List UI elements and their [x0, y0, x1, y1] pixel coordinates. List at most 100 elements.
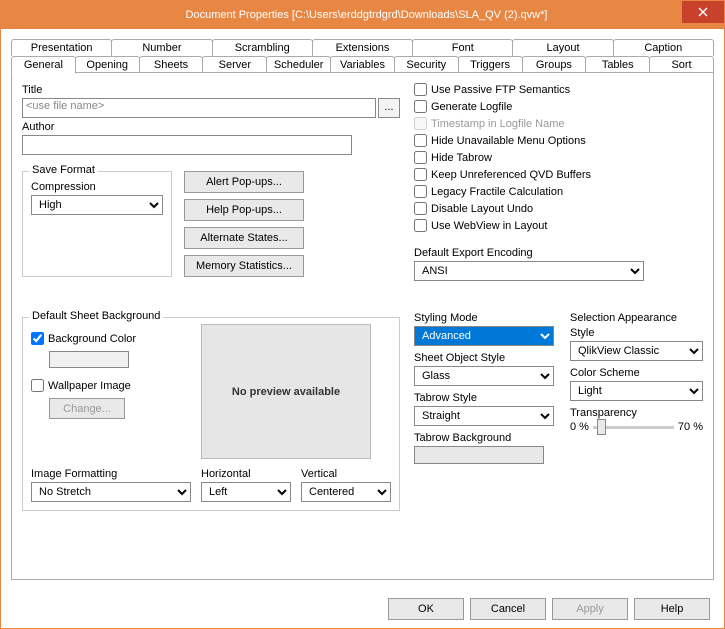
- transparency-slider[interactable]: 0 % 70 %: [570, 421, 703, 433]
- tab-server[interactable]: Server: [202, 56, 267, 73]
- sheet-object-style-select[interactable]: Glass: [414, 366, 554, 386]
- check-keep-qvd[interactable]: Keep Unreferenced QVD Buffers: [414, 166, 703, 183]
- tab-opening[interactable]: Opening: [75, 56, 140, 73]
- color-scheme-select[interactable]: Light: [570, 381, 703, 401]
- window-title: Document Properties [C:\Users\erddgtrdgr…: [9, 9, 724, 21]
- tab-scheduler[interactable]: Scheduler: [266, 56, 331, 73]
- image-formatting-label: Image Formatting: [31, 468, 191, 480]
- checkbox-gen-logfile[interactable]: [414, 100, 427, 113]
- tab-scrambling[interactable]: Scrambling: [212, 39, 313, 56]
- checkbox-disable-undo[interactable]: [414, 202, 427, 215]
- check-gen-logfile[interactable]: Generate Logfile: [414, 98, 703, 115]
- tab-triggers[interactable]: Triggers: [458, 56, 523, 73]
- check-disable-undo[interactable]: Disable Layout Undo: [414, 200, 703, 217]
- memory-statistics-button[interactable]: Memory Statistics...: [184, 255, 304, 277]
- tab-extensions[interactable]: Extensions: [312, 39, 413, 56]
- bgcolor-label: Background Color: [48, 333, 136, 345]
- checkbox-timestamp-logfile: [414, 117, 427, 130]
- tab-sort[interactable]: Sort: [649, 56, 714, 73]
- alternate-states-button[interactable]: Alternate States...: [184, 227, 304, 249]
- check-label-keep-qvd: Keep Unreferenced QVD Buffers: [431, 169, 591, 181]
- style-label: Style: [570, 327, 703, 339]
- check-webview[interactable]: Use WebView in Layout: [414, 217, 703, 234]
- transparency-max: 70 %: [678, 421, 703, 433]
- cancel-button[interactable]: Cancel: [470, 598, 546, 620]
- styling-mode-label: Styling Mode: [414, 312, 554, 324]
- title-input[interactable]: <use file name>: [22, 98, 376, 118]
- tab-general[interactable]: General: [11, 56, 76, 74]
- tab-groups[interactable]: Groups: [522, 56, 587, 73]
- ok-button[interactable]: OK: [388, 598, 464, 620]
- bgcolor-checkbox[interactable]: [31, 332, 44, 345]
- check-label-webview: Use WebView in Layout: [431, 220, 547, 232]
- bgcolor-swatch[interactable]: [49, 351, 129, 368]
- dialog-buttons: OK Cancel Apply Help: [388, 598, 710, 620]
- default-sheet-bg-legend: Default Sheet Background: [29, 310, 163, 322]
- wallpaper-check-row[interactable]: Wallpaper Image: [31, 377, 181, 394]
- check-label-gen-logfile: Generate Logfile: [431, 101, 512, 113]
- check-hide-menu[interactable]: Hide Unavailable Menu Options: [414, 132, 703, 149]
- preview-box: No preview available: [201, 324, 371, 459]
- tab-number[interactable]: Number: [111, 39, 212, 56]
- change-button: Change...: [49, 398, 125, 419]
- tab-layout[interactable]: Layout: [512, 39, 613, 56]
- tab-pane-general: Title <use file name> ... Author Save Fo…: [11, 72, 714, 580]
- check-label-hide-menu: Hide Unavailable Menu Options: [431, 135, 586, 147]
- check-label-legacy-fractile: Legacy Fractile Calculation: [431, 186, 563, 198]
- vertical-label: Vertical: [301, 468, 391, 480]
- checkbox-passive-ftp[interactable]: [414, 83, 427, 96]
- transparency-label: Transparency: [570, 407, 703, 419]
- title-label: Title: [22, 84, 400, 96]
- checkbox-webview[interactable]: [414, 219, 427, 232]
- close-button[interactable]: [682, 1, 724, 23]
- horizontal-select[interactable]: Left: [201, 482, 291, 502]
- compression-label: Compression: [31, 181, 163, 193]
- author-label: Author: [22, 121, 400, 133]
- checkbox-legacy-fractile[interactable]: [414, 185, 427, 198]
- tabrow-style-select[interactable]: Straight: [414, 406, 554, 426]
- check-passive-ftp[interactable]: Use Passive FTP Semantics: [414, 81, 703, 98]
- dialog-window: Document Properties [C:\Users\erddgtrdgr…: [0, 0, 725, 629]
- check-label-timestamp-logfile: Timestamp in Logfile Name: [431, 118, 564, 130]
- styling-mode-select[interactable]: Advanced: [414, 326, 554, 346]
- help-popups-button[interactable]: Help Pop-ups...: [184, 199, 304, 221]
- wallpaper-checkbox[interactable]: [31, 379, 44, 392]
- tab-presentation[interactable]: Presentation: [11, 39, 112, 56]
- check-label-hide-tabrow: Hide Tabrow: [431, 152, 492, 164]
- tab-font[interactable]: Font: [412, 39, 513, 56]
- nopreview-text: No preview available: [232, 386, 340, 398]
- checkbox-hide-tabrow[interactable]: [414, 151, 427, 164]
- tab-sheets[interactable]: Sheets: [139, 56, 204, 73]
- check-timestamp-logfile: Timestamp in Logfile Name: [414, 115, 703, 132]
- check-label-passive-ftp: Use Passive FTP Semantics: [431, 84, 570, 96]
- tabrow-bg-swatch[interactable]: [414, 446, 544, 464]
- title-browse-button[interactable]: ...: [378, 98, 400, 118]
- checkbox-keep-qvd[interactable]: [414, 168, 427, 181]
- selection-appearance-label: Selection Appearance: [570, 312, 703, 324]
- checkbox-hide-menu[interactable]: [414, 134, 427, 147]
- tabrow-bg-label: Tabrow Background: [414, 432, 554, 444]
- check-legacy-fractile[interactable]: Legacy Fractile Calculation: [414, 183, 703, 200]
- tabs-row2: GeneralOpeningSheetsServerSchedulerVaria…: [11, 56, 714, 73]
- transparency-min: 0 %: [570, 421, 589, 433]
- tab-caption[interactable]: Caption: [613, 39, 714, 56]
- default-export-encoding-select[interactable]: ANSI: [414, 261, 644, 281]
- vertical-select[interactable]: Centered: [301, 482, 391, 502]
- tab-tables[interactable]: Tables: [585, 56, 650, 73]
- style-select[interactable]: QlikView Classic: [570, 341, 703, 361]
- tabrow-style-label: Tabrow Style: [414, 392, 554, 404]
- compression-select[interactable]: High: [31, 195, 163, 215]
- image-formatting-select[interactable]: No Stretch: [31, 482, 191, 502]
- tab-variables[interactable]: Variables: [330, 56, 395, 73]
- help-button[interactable]: Help: [634, 598, 710, 620]
- author-input[interactable]: [22, 135, 352, 155]
- bgcolor-check-row[interactable]: Background Color: [31, 330, 181, 347]
- check-hide-tabrow[interactable]: Hide Tabrow: [414, 149, 703, 166]
- tabs-row1: PresentationNumberScramblingExtensionsFo…: [11, 39, 714, 56]
- apply-button: Apply: [552, 598, 628, 620]
- tab-security[interactable]: Security: [394, 56, 459, 73]
- alert-popups-button[interactable]: Alert Pop-ups...: [184, 171, 304, 193]
- titlebar: Document Properties [C:\Users\erddgtrdgr…: [1, 1, 724, 29]
- save-format-legend: Save Format: [29, 164, 98, 176]
- default-export-encoding-label: Default Export Encoding: [414, 247, 703, 259]
